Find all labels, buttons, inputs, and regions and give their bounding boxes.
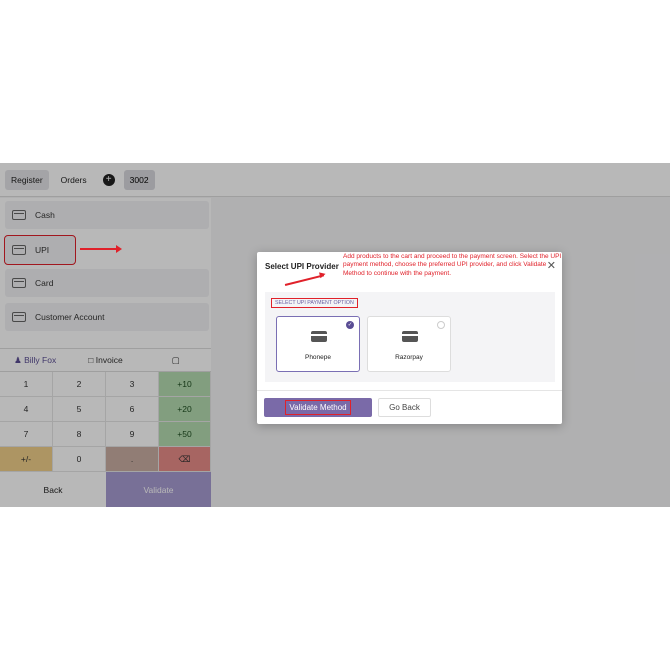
card-icon <box>311 331 327 342</box>
go-back-button[interactable]: Go Back <box>378 398 431 417</box>
annotation-note: Add products to the cart and proceed to … <box>343 253 562 277</box>
annotation-arrow <box>80 245 122 253</box>
divider <box>257 390 562 391</box>
check-icon: ✓ <box>346 321 354 329</box>
modal-title: Select UPI Provider <box>265 262 339 271</box>
provider-name: Phonepe <box>304 354 332 361</box>
upi-provider-modal: Select UPI Provider Add products to the … <box>257 252 562 424</box>
section-label: SELECT UPI PAYMENT OPTION <box>271 298 358 308</box>
radio-icon <box>437 321 445 329</box>
validate-method-button[interactable]: Validate Method <box>264 398 372 417</box>
validate-method-label: Validate Method <box>285 400 351 415</box>
provider-section: SELECT UPI PAYMENT OPTION ✓ Phonepe Razo… <box>265 292 555 382</box>
close-icon[interactable]: ✕ <box>547 259 556 272</box>
card-icon <box>402 331 418 342</box>
provider-name: Razorpay <box>395 354 423 361</box>
annotation-arrow <box>284 274 324 286</box>
provider-card-phonepe[interactable]: ✓ Phonepe <box>276 316 360 372</box>
provider-card-razorpay[interactable]: Razorpay <box>367 316 451 372</box>
